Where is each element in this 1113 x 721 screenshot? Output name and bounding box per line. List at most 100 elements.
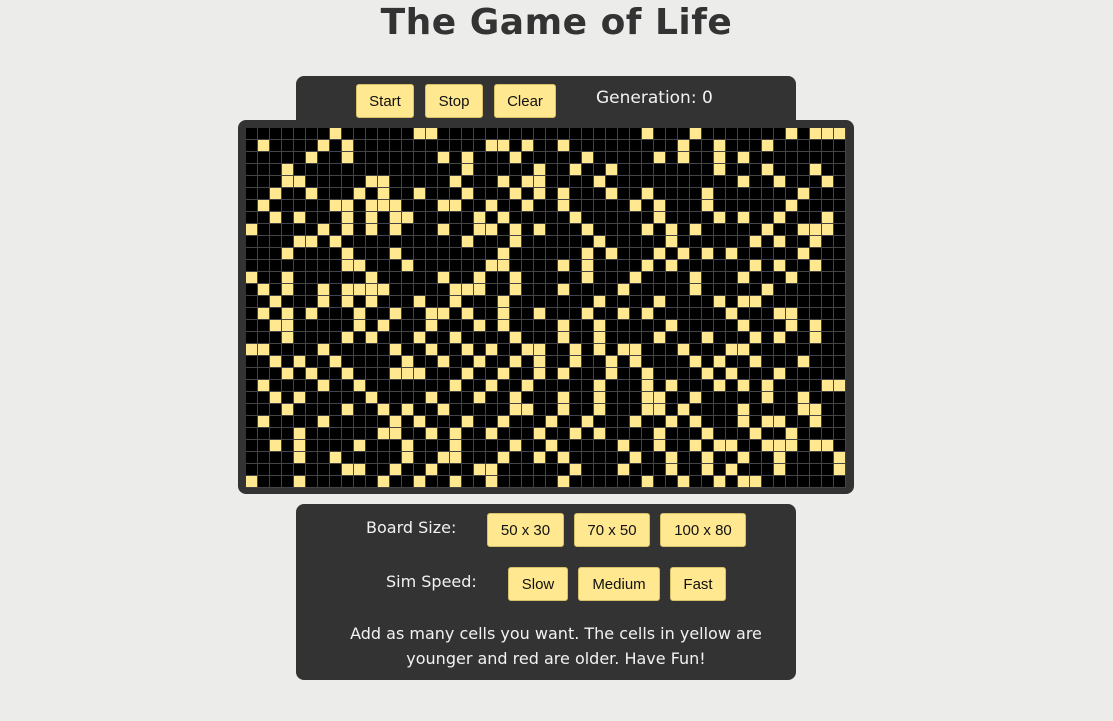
grid-cell[interactable]: [666, 440, 678, 452]
grid-cell[interactable]: [702, 476, 714, 488]
grid-cell[interactable]: [378, 308, 390, 320]
grid-cell[interactable]: [258, 380, 270, 392]
grid-cell[interactable]: [510, 308, 522, 320]
grid-cell[interactable]: [270, 404, 282, 416]
grid-cell[interactable]: [474, 344, 486, 356]
grid-cell[interactable]: [630, 140, 642, 152]
grid-cell[interactable]: [774, 332, 786, 344]
clear-button[interactable]: Clear: [494, 84, 556, 118]
grid-cell[interactable]: [390, 224, 402, 236]
grid-cell[interactable]: [690, 260, 702, 272]
grid-cell[interactable]: [786, 320, 798, 332]
grid-cell[interactable]: [558, 164, 570, 176]
grid-cell[interactable]: [462, 284, 474, 296]
grid-cell[interactable]: [606, 392, 618, 404]
grid-cell[interactable]: [390, 128, 402, 140]
grid-cell[interactable]: [690, 308, 702, 320]
grid-cell[interactable]: [642, 452, 654, 464]
grid-cell[interactable]: [738, 320, 750, 332]
grid-cell[interactable]: [630, 344, 642, 356]
grid-cell[interactable]: [546, 212, 558, 224]
grid-cell[interactable]: [570, 452, 582, 464]
grid-cell[interactable]: [762, 440, 774, 452]
grid-cell[interactable]: [366, 440, 378, 452]
grid-cell[interactable]: [822, 476, 834, 488]
grid-cell[interactable]: [270, 452, 282, 464]
grid-cell[interactable]: [726, 236, 738, 248]
grid-cell[interactable]: [702, 428, 714, 440]
grid-cell[interactable]: [474, 200, 486, 212]
grid-cell[interactable]: [282, 476, 294, 488]
grid-cell[interactable]: [438, 356, 450, 368]
grid-cell[interactable]: [774, 128, 786, 140]
grid-cell[interactable]: [798, 164, 810, 176]
grid-cell[interactable]: [282, 428, 294, 440]
grid-cell[interactable]: [762, 356, 774, 368]
grid-cell[interactable]: [294, 260, 306, 272]
grid-cell[interactable]: [834, 476, 846, 488]
grid-cell[interactable]: [354, 356, 366, 368]
grid-cell[interactable]: [570, 392, 582, 404]
grid-cell[interactable]: [690, 344, 702, 356]
grid-cell[interactable]: [330, 296, 342, 308]
grid-cell[interactable]: [510, 212, 522, 224]
grid-cell[interactable]: [402, 356, 414, 368]
grid-cell[interactable]: [762, 464, 774, 476]
grid-cell[interactable]: [642, 260, 654, 272]
grid-cell[interactable]: [246, 212, 258, 224]
grid-cell[interactable]: [474, 260, 486, 272]
grid-cell[interactable]: [834, 344, 846, 356]
grid-cell[interactable]: [666, 272, 678, 284]
grid-cell[interactable]: [558, 464, 570, 476]
grid-cell[interactable]: [594, 224, 606, 236]
grid-cell[interactable]: [834, 464, 846, 476]
grid-cell[interactable]: [402, 380, 414, 392]
grid-cell[interactable]: [570, 152, 582, 164]
grid-cell[interactable]: [486, 344, 498, 356]
grid-cell[interactable]: [450, 476, 462, 488]
grid-cell[interactable]: [258, 200, 270, 212]
grid-cell[interactable]: [642, 200, 654, 212]
grid-cell[interactable]: [450, 152, 462, 164]
grid-cell[interactable]: [594, 428, 606, 440]
grid-cell[interactable]: [750, 428, 762, 440]
grid-cell[interactable]: [510, 164, 522, 176]
grid-cell[interactable]: [414, 464, 426, 476]
grid-cell[interactable]: [558, 308, 570, 320]
grid-cell[interactable]: [738, 464, 750, 476]
grid-cell[interactable]: [618, 380, 630, 392]
grid-cell[interactable]: [570, 164, 582, 176]
grid-cell[interactable]: [750, 440, 762, 452]
grid-cell[interactable]: [438, 200, 450, 212]
grid-cell[interactable]: [282, 356, 294, 368]
grid-cell[interactable]: [702, 464, 714, 476]
grid-cell[interactable]: [354, 140, 366, 152]
grid-cell[interactable]: [390, 368, 402, 380]
grid-cell[interactable]: [714, 164, 726, 176]
grid-cell[interactable]: [282, 128, 294, 140]
grid-cell[interactable]: [798, 176, 810, 188]
grid-cell[interactable]: [390, 392, 402, 404]
grid-cell[interactable]: [510, 464, 522, 476]
grid-cell[interactable]: [426, 152, 438, 164]
grid-cell[interactable]: [246, 164, 258, 176]
grid-cell[interactable]: [378, 188, 390, 200]
grid-cell[interactable]: [534, 296, 546, 308]
grid-cell[interactable]: [798, 260, 810, 272]
grid-cell[interactable]: [246, 380, 258, 392]
grid-cell[interactable]: [402, 320, 414, 332]
grid-cell[interactable]: [402, 344, 414, 356]
grid-cell[interactable]: [570, 440, 582, 452]
grid-cell[interactable]: [258, 128, 270, 140]
grid-cell[interactable]: [414, 452, 426, 464]
stop-button[interactable]: Stop: [425, 84, 483, 118]
grid-cell[interactable]: [570, 308, 582, 320]
grid-cell[interactable]: [810, 164, 822, 176]
grid-cell[interactable]: [366, 212, 378, 224]
grid-cell[interactable]: [318, 344, 330, 356]
grid-cell[interactable]: [438, 416, 450, 428]
grid-cell[interactable]: [474, 368, 486, 380]
grid-cell[interactable]: [774, 272, 786, 284]
grid-cell[interactable]: [282, 164, 294, 176]
grid-cell[interactable]: [834, 176, 846, 188]
